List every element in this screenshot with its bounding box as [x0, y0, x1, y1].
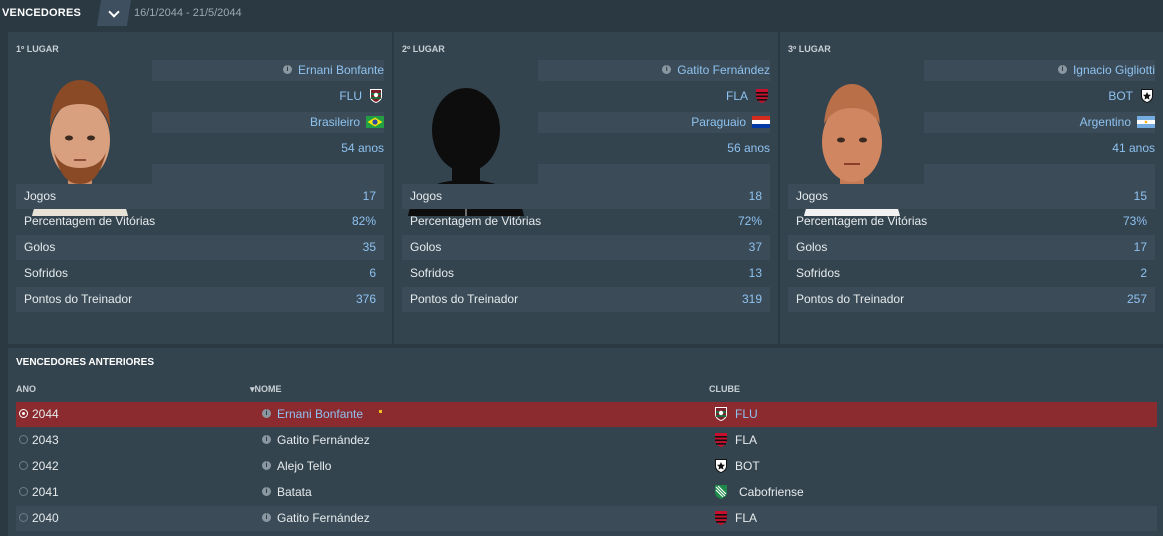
stat-row: Percentagem de Vitórias 82% — [24, 214, 376, 228]
place-label: 3º LUGAR — [788, 44, 831, 54]
manager-name-link[interactable]: i Batata — [262, 480, 312, 505]
stat-row: Jogos 17 — [16, 184, 384, 209]
stat-row: Sofridos 6 — [24, 266, 376, 280]
info-icon: i — [262, 435, 271, 445]
botafogo-crest-icon — [1139, 88, 1155, 104]
info-icon: i — [662, 65, 672, 75]
stat-row: Golos 17 — [788, 235, 1155, 260]
previous-winners-panel: VENCEDORES ANTERIORES ANO ▾NOME CLUBE 20… — [8, 348, 1163, 536]
date-range: 16/1/2044 - 21/5/2044 — [134, 7, 242, 19]
podium-card-second: 2º LUGAR i Gatito Fernández FLA Paraguaio… — [394, 32, 778, 344]
column-header-club[interactable]: CLUBE — [709, 384, 740, 394]
podium-card-third: 3º LUGAR i Ignacio Gigliotti BOT Argentin… — [780, 32, 1163, 344]
table-row[interactable]: 2041 i Batata Cabofriense — [16, 480, 1157, 505]
stat-row: Sofridos 13 — [410, 266, 762, 280]
manager-name-link[interactable]: i Alejo Tello — [262, 454, 331, 479]
table-row[interactable]: 2042 i Alejo Tello BOT — [16, 454, 1157, 479]
stat-row: Pontos do Treinador 257 — [788, 287, 1155, 312]
paraguay-flag-icon — [752, 115, 770, 128]
row-radio[interactable] — [19, 461, 28, 470]
page-title: VENCEDORES — [2, 7, 82, 19]
manager-name-link[interactable]: i Ernani Bonfante — [262, 402, 363, 427]
flamengo-crest-icon — [713, 432, 729, 448]
stat-row: Golos 35 — [16, 235, 384, 260]
place-label: 1º LUGAR — [16, 44, 59, 54]
botafogo-crest-icon — [713, 458, 729, 474]
row-radio[interactable] — [19, 487, 28, 496]
column-header-name[interactable]: ▾NOME — [250, 384, 282, 395]
stat-row: Golos 37 — [402, 235, 770, 260]
stat-row: Pontos do Treinador 319 — [402, 287, 770, 312]
manager-name-link[interactable]: i Ignacio Gigliotti — [1057, 60, 1155, 81]
stat-row: Percentagem de Vitórias 73% — [796, 214, 1147, 228]
row-radio[interactable] — [19, 435, 28, 444]
stat-row: Pontos do Treinador 376 — [16, 287, 384, 312]
fluminense-crest-icon — [713, 406, 729, 422]
club-link[interactable]: FLA — [713, 428, 757, 453]
table-row[interactable]: 2044 i Ernani Bonfante FLU — [16, 402, 1157, 427]
section-title: VENCEDORES ANTERIORES — [16, 357, 154, 368]
manager-nationality[interactable]: Paraguaio — [691, 112, 770, 133]
info-icon: i — [262, 487, 271, 497]
period-dropdown-button[interactable] — [97, 0, 131, 26]
brazil-flag-icon — [366, 115, 384, 128]
manager-club[interactable]: FLU — [339, 86, 384, 107]
stat-row: Percentagem de Vitórias 72% — [410, 214, 762, 228]
table-row[interactable]: 2043 i Gatito Fernández FLA — [16, 428, 1157, 453]
manager-name-link[interactable]: i Ernani Bonfante — [282, 60, 384, 81]
fluminense-crest-icon — [368, 88, 384, 104]
row-radio[interactable] — [19, 409, 28, 418]
argentina-flag-icon — [1137, 115, 1155, 128]
podium-card-first: 1º LUGAR i Ernani Bonfante FLU Brasileiro… — [8, 32, 392, 344]
manager-nationality[interactable]: Brasileiro — [310, 112, 384, 133]
manager-nationality[interactable]: Argentino — [1080, 112, 1155, 133]
stat-row: Sofridos 2 — [796, 266, 1147, 280]
stat-row: Jogos 15 — [788, 184, 1155, 209]
manager-club[interactable]: FLA — [726, 86, 770, 107]
place-label: 2º LUGAR — [402, 44, 445, 54]
cabofriense-crest-icon — [713, 484, 729, 500]
flamengo-crest-icon — [754, 88, 770, 104]
table-row[interactable]: 2040 i Gatito Fernández FLA — [16, 506, 1157, 531]
flamengo-crest-icon — [713, 510, 729, 526]
info-icon: i — [262, 461, 271, 471]
manager-age: 41 anos — [1112, 141, 1155, 155]
new-indicator-icon — [379, 410, 382, 413]
manager-name-link[interactable]: i Gatito Fernández — [262, 428, 370, 453]
manager-name-link[interactable]: i Gatito Fernández — [262, 506, 370, 531]
row-radio[interactable] — [19, 513, 28, 522]
manager-name-link[interactable]: i Gatito Fernández — [662, 60, 770, 81]
chevron-down-icon — [108, 6, 120, 18]
info-icon: i — [282, 65, 292, 75]
manager-club[interactable]: BOT — [1108, 86, 1155, 107]
club-link[interactable]: FLU — [713, 402, 758, 427]
info-icon: i — [262, 513, 271, 523]
info-icon: i — [262, 409, 271, 419]
club-link[interactable]: Cabofriense — [713, 480, 804, 505]
club-link[interactable]: FLA — [713, 506, 757, 531]
manager-age: 56 anos — [727, 141, 770, 155]
manager-age: 54 anos — [341, 141, 384, 155]
column-header-year[interactable]: ANO — [16, 384, 36, 394]
club-link[interactable]: BOT — [713, 454, 760, 479]
stat-row: Jogos 18 — [402, 184, 770, 209]
info-icon: i — [1057, 65, 1067, 75]
top-bar: VENCEDORES 16/1/2044 - 21/5/2044 — [0, 0, 1163, 26]
